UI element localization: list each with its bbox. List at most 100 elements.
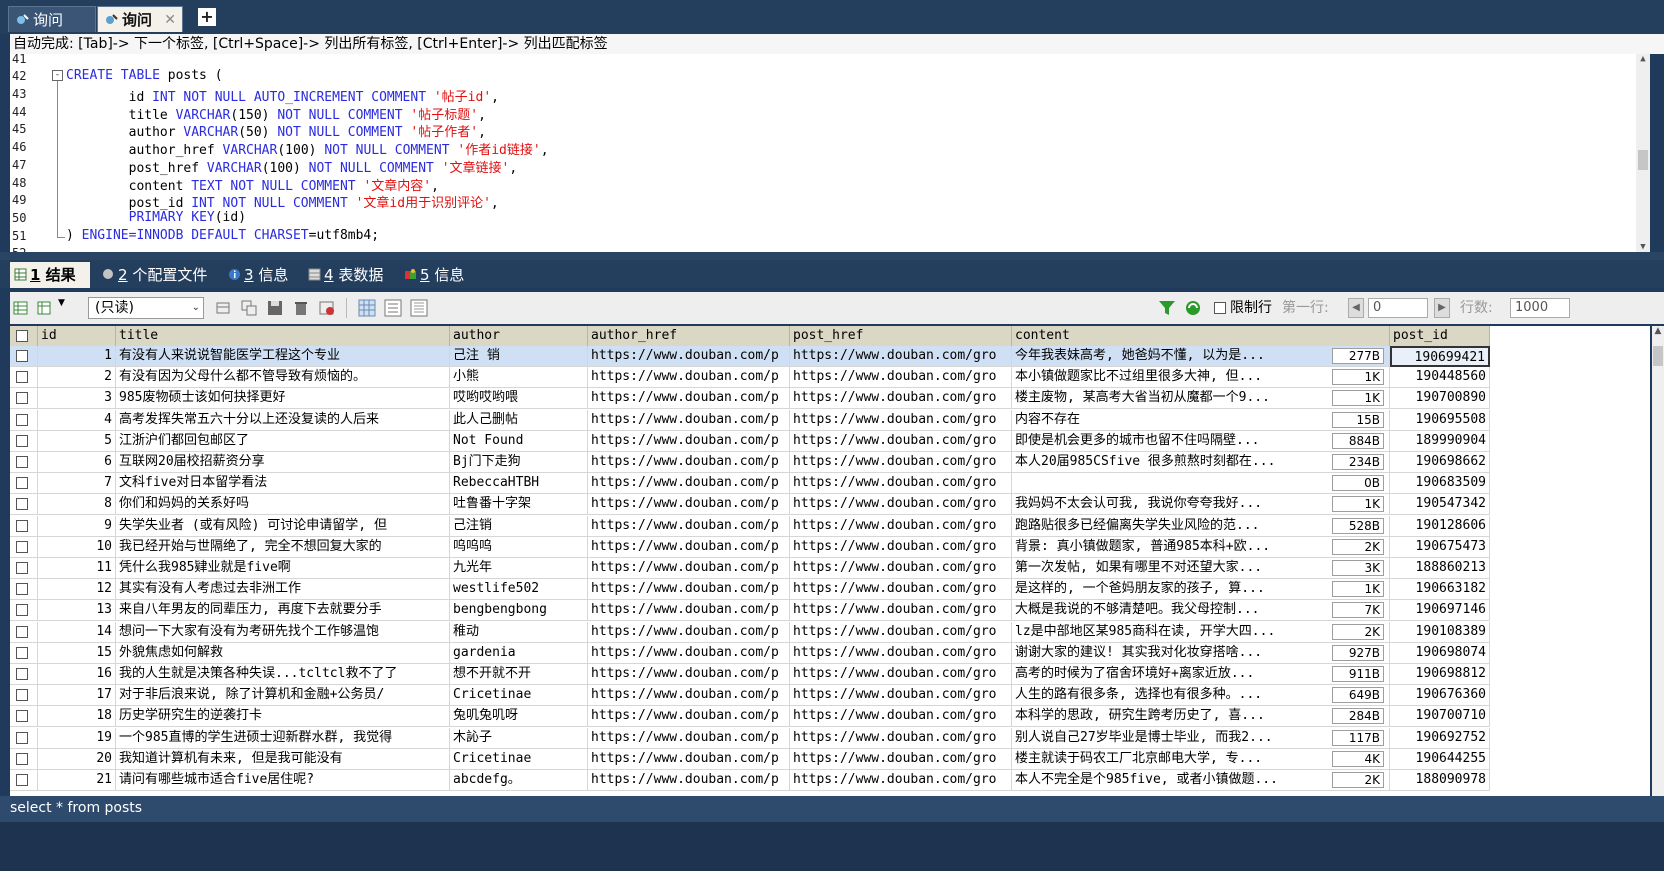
cell-author-href[interactable]: https://www.douban.com/p: [588, 536, 790, 558]
table-row[interactable]: 8 你们和妈妈的关系好吗 吐鲁番十字架 https://www.douban.com/…: [10, 494, 1490, 516]
table-row[interactable]: 3 985废物硕士该如何抉择更好 哎哟哎哟喂 https://www.douban.c…: [10, 388, 1490, 410]
cell-id[interactable]: 17: [38, 685, 116, 707]
insert-row-icon[interactable]: [214, 299, 232, 317]
cell-id[interactable]: 2: [38, 367, 116, 389]
table-row[interactable]: 18 历史学研究生的逆袭打卡 兔叽兔叽呀 https://www.douban.com…: [10, 706, 1490, 728]
cell-id[interactable]: 9: [38, 515, 116, 537]
table-row[interactable]: 2 有没有因为父母什么都不管导致有烦恼的。 小熊 https://www.douban…: [10, 367, 1490, 389]
text-view-icon[interactable]: [410, 299, 428, 317]
row-select-cell[interactable]: [10, 770, 38, 791]
tab-info-2[interactable]: 5 信息: [400, 262, 480, 288]
row-checkbox[interactable]: [16, 540, 28, 553]
cell-post-href[interactable]: https://www.douban.com/gro: [790, 727, 1012, 749]
cell-post-href[interactable]: https://www.douban.com/gro: [790, 536, 1012, 558]
cell-post-href[interactable]: https://www.douban.com/gro: [790, 494, 1012, 516]
cell-title[interactable]: 凭什么我985肄业就是five啊: [116, 558, 450, 579]
tab-table-data[interactable]: 4 表数据: [304, 262, 398, 288]
cell-title[interactable]: 互联网20届校招薪资分享: [116, 452, 450, 473]
cell-post-id[interactable]: 190697146: [1390, 600, 1490, 622]
cell-id[interactable]: 20: [38, 748, 116, 770]
tab-results[interactable]: 1 结果: [10, 262, 90, 288]
rows-input[interactable]: 1000: [1510, 298, 1570, 318]
editor-scroll-thumb[interactable]: [1638, 150, 1648, 170]
cell-post-id[interactable]: 190698074: [1390, 642, 1490, 664]
cell-author-href[interactable]: https://www.douban.com/p: [588, 558, 790, 579]
form-view-icon[interactable]: [384, 299, 402, 317]
cell-author[interactable]: 此人己删帖: [450, 409, 588, 431]
cell-post-id[interactable]: 190663182: [1390, 579, 1490, 601]
blob-size-badge[interactable]: 2K: [1332, 538, 1384, 555]
row-select-cell[interactable]: [10, 409, 38, 431]
cell-title[interactable]: 高考发挥失常五六十分以上还没复读的人后来: [116, 409, 450, 431]
blob-size-badge[interactable]: 4K: [1332, 750, 1384, 767]
row-select-cell[interactable]: [10, 600, 38, 622]
cell-title[interactable]: 请问有哪些城市适合five居住呢?: [116, 770, 450, 791]
row-select-cell[interactable]: [10, 515, 38, 537]
cell-author-href[interactable]: https://www.douban.com/p: [588, 409, 790, 431]
row-select-cell[interactable]: [10, 494, 38, 516]
cell-title[interactable]: 失学失业者 (或有风险) 可讨论申请留学, 但: [116, 515, 450, 537]
cell-content[interactable]: 背景: 真小镇做题家, 普通985本科+欧... 2K: [1012, 536, 1390, 558]
row-checkbox[interactable]: [16, 604, 28, 617]
blob-size-badge[interactable]: 528B: [1332, 517, 1384, 534]
scroll-up-icon[interactable]: ▲: [1636, 54, 1650, 64]
row-checkbox[interactable]: [16, 689, 28, 702]
cell-post-href[interactable]: https://www.douban.com/gro: [790, 515, 1012, 537]
cell-post-href[interactable]: https://www.douban.com/gro: [790, 430, 1012, 452]
cell-id[interactable]: 11: [38, 558, 116, 579]
cell-author[interactable]: Cricetinae: [450, 685, 588, 707]
cell-post-href[interactable]: https://www.douban.com/gro: [790, 642, 1012, 664]
cell-content[interactable]: 跑路贴很多已经偏离失学失业风险的范... 528B: [1012, 515, 1390, 537]
table-row[interactable]: 13 来自八年男友的同辈压力, 再度下去就要分手 bengbengbong https…: [10, 600, 1490, 622]
row-select-cell[interactable]: [10, 430, 38, 452]
column-header[interactable]: author: [450, 326, 588, 346]
cell-content[interactable]: 别人说自己27岁毕业是博士毕业, 而我2... 117B: [1012, 727, 1390, 749]
blob-size-badge[interactable]: 15B: [1332, 411, 1384, 428]
blob-size-badge[interactable]: 2K: [1332, 772, 1384, 788]
row-checkbox[interactable]: [16, 646, 28, 659]
blob-size-badge[interactable]: 2K: [1332, 623, 1384, 640]
row-select-cell[interactable]: [10, 664, 38, 685]
cell-title[interactable]: 985废物硕士该如何抉择更好: [116, 388, 450, 410]
cell-id[interactable]: 14: [38, 621, 116, 643]
select-all-checkbox[interactable]: [16, 330, 28, 342]
table-row[interactable]: 5 江浙沪们都回包邮区了 Not Found https://www.douban.c…: [10, 430, 1490, 452]
scroll-up-icon[interactable]: ▲: [1652, 326, 1664, 336]
blob-size-badge[interactable]: 884B: [1332, 432, 1384, 449]
select-all-header[interactable]: [10, 326, 38, 346]
duplicate-row-icon[interactable]: [240, 299, 258, 317]
next-page-icon[interactable]: ▶: [1434, 298, 1450, 318]
cell-post-id[interactable]: 190700710: [1390, 706, 1490, 728]
row-checkbox[interactable]: [16, 583, 28, 596]
table-row[interactable]: 10 我已经开始与世隔绝了, 完全不想回复大家的 呜呜呜 https://www.do…: [10, 536, 1490, 558]
delete-icon[interactable]: [292, 299, 310, 317]
cell-id[interactable]: 4: [38, 409, 116, 431]
table-row[interactable]: 9 失学失业者 (或有风险) 可讨论申请留学, 但己注销 https://www.d…: [10, 515, 1490, 537]
close-tab-icon[interactable]: ✕: [164, 7, 176, 33]
cell-post-id[interactable]: 190448560: [1390, 367, 1490, 389]
cell-post-href[interactable]: https://www.douban.com/gro: [790, 367, 1012, 389]
query-tab-1[interactable]: 询问: [8, 6, 96, 32]
tab-info[interactable]: 3 信息: [224, 262, 300, 288]
column-header[interactable]: author_href: [588, 326, 790, 346]
cell-content[interactable]: 我妈妈不太会认可我, 我说你夸夸我好... 1K: [1012, 494, 1390, 516]
cell-id[interactable]: 18: [38, 706, 116, 728]
row-select-cell[interactable]: [10, 346, 38, 367]
row-checkbox[interactable]: [16, 456, 28, 468]
limit-rows-checkbox[interactable]: [1214, 302, 1226, 314]
cell-post-href[interactable]: https://www.douban.com/gro: [790, 579, 1012, 601]
grid-scrollbar[interactable]: ▲: [1652, 326, 1664, 796]
row-checkbox[interactable]: [16, 392, 28, 405]
row-select-cell[interactable]: [10, 473, 38, 495]
cell-title[interactable]: 对于非后浪来说, 除了计算机和金融+公务员/: [116, 685, 450, 707]
cell-content[interactable]: 楼主就读于码农工厂北京邮电大学, 专... 4K: [1012, 748, 1390, 770]
row-select-cell[interactable]: [10, 558, 38, 579]
column-header[interactable]: post_id: [1390, 326, 1490, 346]
cell-content[interactable]: 内容不存在 15B: [1012, 409, 1390, 431]
cell-title[interactable]: 外貌焦虑如何解救: [116, 642, 450, 664]
cell-id[interactable]: 7: [38, 473, 116, 495]
row-checkbox[interactable]: [16, 498, 28, 511]
cell-author-href[interactable]: https://www.douban.com/p: [588, 452, 790, 473]
cell-id[interactable]: 13: [38, 600, 116, 622]
editor-scrollbar[interactable]: ▲ ▼: [1636, 54, 1650, 252]
